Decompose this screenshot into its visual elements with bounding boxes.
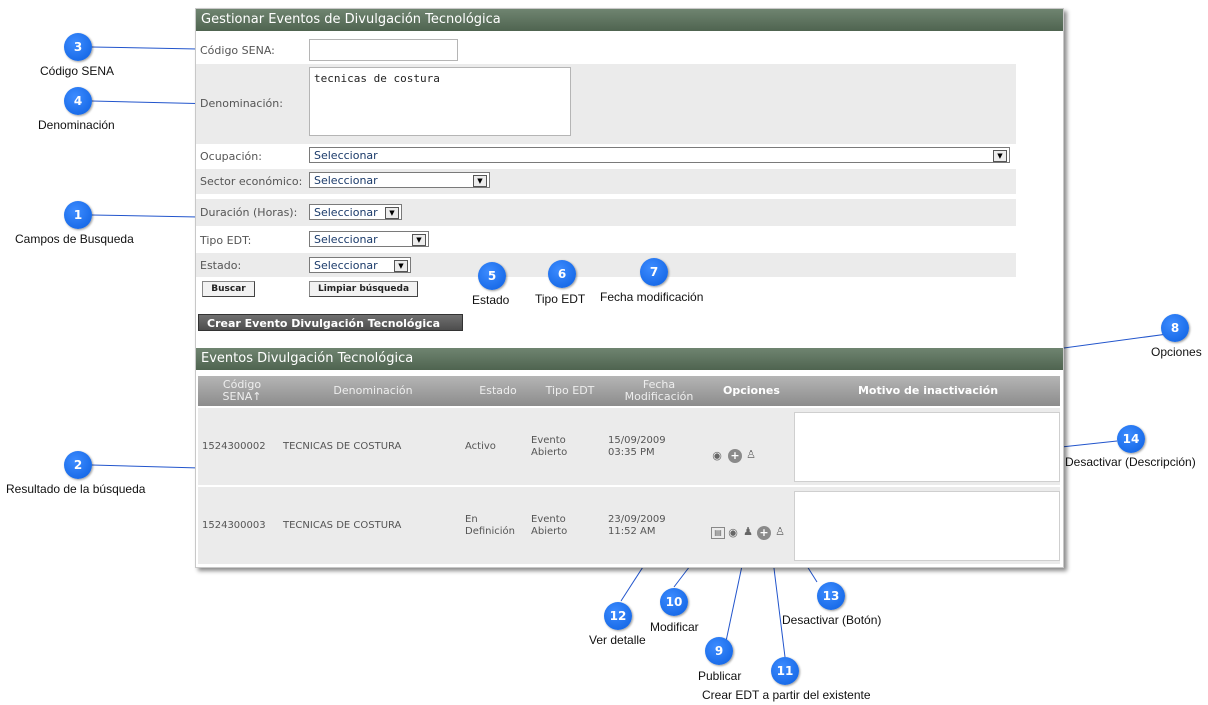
callout-caption-10: Modificar: [650, 620, 699, 634]
cell-denominacion: TECNICAS DE COSTURA: [283, 441, 402, 452]
cell-fecha: 15/09/2009 03:35 PM: [608, 435, 666, 458]
callout-badge-9: 9: [705, 637, 733, 665]
callout-caption-3: Código SENA: [40, 64, 115, 78]
eye-icon[interactable]: ◉: [727, 527, 739, 539]
ocupacion-label: Ocupación:: [200, 150, 262, 163]
publish-person-icon[interactable]: ♟: [742, 526, 754, 538]
table-row: 1524300003 TECNICAS DE COSTURA En Defini…: [198, 487, 1060, 564]
eye-icon[interactable]: ◉: [711, 450, 723, 462]
cell-denominacion: TECNICAS DE COSTURA: [283, 520, 402, 531]
person-icon[interactable]: ♙: [774, 526, 786, 538]
edit-form-icon[interactable]: ▤: [711, 527, 725, 539]
edt-panel: Gestionar Eventos de Divulgación Tecnoló…: [195, 8, 1064, 568]
callout-badge-1: 1: [64, 201, 92, 229]
codigo-row: Código SENA:: [196, 38, 1016, 62]
callout-caption-11: Crear EDT a partir del existente: [702, 688, 871, 702]
col-opciones: Opciones: [723, 384, 780, 397]
callout-caption-8: Opciones: [1151, 345, 1202, 359]
tipo-select[interactable]: Seleccionar ▼: [309, 231, 429, 247]
person-icon[interactable]: ♙: [745, 449, 757, 461]
callout-badge-12: 12: [604, 602, 632, 630]
duracion-value: Seleccionar: [314, 206, 378, 219]
denominacion-label: Denominación:: [200, 97, 283, 110]
callout-badge-13: 13: [817, 582, 845, 610]
cell-codigo: 1524300003: [202, 520, 266, 531]
duracion-select[interactable]: Seleccionar ▼: [309, 204, 402, 220]
callout-badge-10: 10: [660, 588, 688, 616]
callout-badge-3: 3: [64, 33, 92, 61]
callout-badge-6: 6: [548, 260, 576, 288]
sector-value: Seleccionar: [314, 174, 378, 187]
tipo-value: Seleccionar: [314, 233, 378, 246]
cell-estado: En Definición: [465, 514, 515, 537]
tipo-row: Tipo EDT: Seleccionar ▼: [196, 227, 1016, 252]
limpiar-button[interactable]: Limpiar búsqueda: [309, 281, 418, 297]
cell-fecha: 23/09/2009 11:52 AM: [608, 514, 666, 537]
callout-caption-13: Desactivar (Botón): [782, 613, 882, 627]
cell-tipo: Evento Abierto: [531, 435, 568, 458]
sector-row: Sector económico: Seleccionar ▼: [196, 169, 1016, 194]
codigo-input[interactable]: [309, 39, 458, 61]
cell-estado: Activo: [465, 441, 496, 452]
plus-icon[interactable]: +: [728, 449, 742, 463]
estado-value: Seleccionar: [314, 259, 378, 272]
table-header: Código SENA↑ Denominación Estado Tipo ED…: [198, 376, 1060, 406]
col-tipo[interactable]: Tipo EDT: [530, 376, 610, 406]
motivo-box: [794, 412, 1060, 482]
col-fecha[interactable]: Fecha Modificación: [614, 376, 704, 406]
callout-caption-6: Tipo EDT: [535, 292, 586, 306]
callout-badge-8: 8: [1161, 314, 1189, 342]
callout-caption-2: Resultado de la búsqueda: [6, 482, 146, 496]
table-row: 1524300002 TECNICAS DE COSTURA Activo Ev…: [198, 408, 1060, 485]
tipo-label: Tipo EDT:: [200, 234, 252, 247]
ocupacion-value: Seleccionar: [314, 149, 378, 162]
callout-badge-2: 2: [64, 451, 92, 479]
callout-caption-5: Estado: [472, 293, 510, 307]
denominacion-row: Denominación: tecnicas de costura: [196, 64, 1016, 144]
callout-caption-4: Denominación: [38, 118, 115, 132]
callout-caption-1: Campos de Busqueda: [15, 232, 134, 246]
form-title: Gestionar Eventos de Divulgación Tecnoló…: [196, 9, 1063, 31]
col-motivo: Motivo de inactivación: [857, 384, 999, 397]
cell-codigo: 1524300002: [202, 441, 266, 452]
denominacion-textarea[interactable]: tecnicas de costura: [309, 67, 571, 136]
cell-tipo: Evento Abierto: [531, 514, 568, 537]
callout-badge-7: 7: [640, 258, 668, 286]
buscar-button[interactable]: Buscar: [202, 281, 255, 297]
callout-caption-12: Ver detalle: [589, 633, 646, 647]
ocupacion-row: Ocupación: Seleccionar ▼: [196, 145, 1016, 169]
chevron-down-icon[interactable]: ▼: [394, 260, 408, 272]
codigo-label: Código SENA:: [200, 44, 275, 57]
callout-badge-11: 11: [771, 657, 799, 685]
col-codigo[interactable]: Código SENA↑: [202, 376, 282, 406]
ocupacion-select[interactable]: Seleccionar ▼: [309, 147, 1010, 163]
crear-evento-button[interactable]: Crear Evento Divulgación Tecnológica: [198, 314, 463, 331]
estado-select[interactable]: Seleccionar ▼: [309, 257, 411, 273]
chevron-down-icon[interactable]: ▼: [473, 175, 487, 187]
chevron-down-icon[interactable]: ▼: [385, 207, 399, 219]
col-denominacion[interactable]: Denominación: [303, 376, 443, 406]
estado-label: Estado:: [200, 259, 242, 272]
sector-label: Sector económico:: [200, 175, 303, 188]
duracion-row: Duración (Horas): Seleccionar ▼: [196, 199, 1016, 226]
chevron-down-icon[interactable]: ▼: [993, 150, 1007, 162]
results-title: Eventos Divulgación Tecnológica: [196, 348, 1063, 370]
sector-select[interactable]: Seleccionar ▼: [309, 172, 490, 188]
plus-icon[interactable]: +: [757, 526, 771, 540]
callout-badge-14: 14: [1117, 425, 1145, 453]
callout-caption-7: Fecha modificación: [600, 290, 704, 304]
callout-caption-9: Publicar: [698, 669, 742, 683]
callout-badge-4: 4: [64, 87, 92, 115]
motivo-box: [794, 491, 1060, 561]
duracion-label: Duración (Horas):: [200, 206, 298, 219]
estado-row: Estado: Seleccionar ▼: [196, 253, 1016, 277]
col-estado[interactable]: Estado: [463, 376, 533, 406]
chevron-down-icon[interactable]: ▼: [412, 234, 426, 246]
callout-badge-5: 5: [478, 262, 506, 290]
callout-caption-14: Desactivar (Descripción): [1065, 455, 1196, 469]
